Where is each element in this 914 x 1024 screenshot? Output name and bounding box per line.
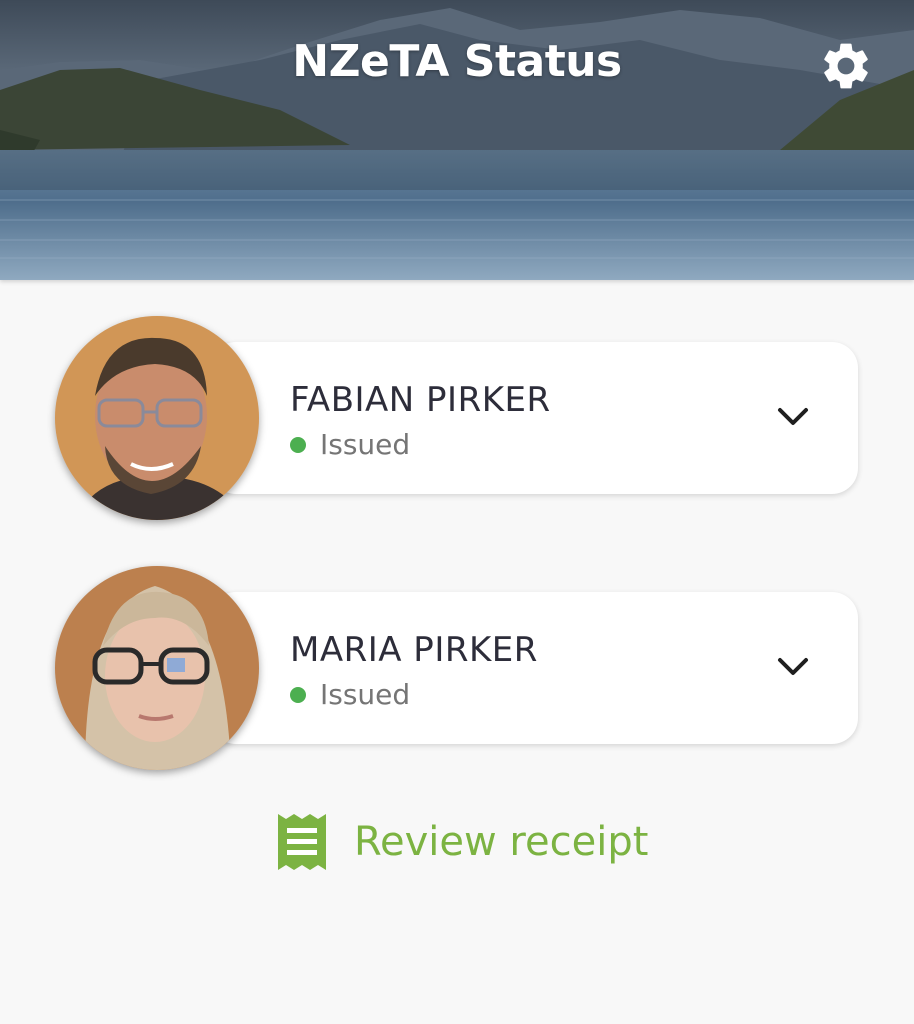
- chevron-down-icon[interactable]: [776, 406, 810, 428]
- status-badge: Issued: [290, 678, 410, 711]
- gear-icon[interactable]: [818, 38, 874, 94]
- receipt-icon: [278, 814, 326, 870]
- avatar-photo-fabian: [55, 316, 259, 520]
- avatar: [55, 316, 259, 520]
- review-receipt-button[interactable]: Review receipt: [278, 812, 648, 872]
- status-badge: Issued: [290, 428, 410, 461]
- traveller-card-fabian[interactable]: FABIAN PIRKER Issued: [210, 342, 858, 494]
- status-dot-icon: [290, 686, 306, 703]
- status-dot-icon: [290, 436, 306, 453]
- chevron-down-icon[interactable]: [776, 656, 810, 678]
- status-label: Issued: [320, 428, 411, 461]
- avatar: [55, 566, 259, 770]
- header-banner: NZeTA Status: [0, 0, 914, 280]
- traveller-card-maria[interactable]: MARIA PIRKER Issued: [210, 592, 858, 744]
- status-label: Issued: [320, 678, 411, 711]
- traveller-name: FABIAN PIRKER: [290, 380, 551, 420]
- traveller-name: MARIA PIRKER: [290, 630, 538, 670]
- avatar-photo-maria: [55, 566, 259, 770]
- review-receipt-label[interactable]: Review receipt: [354, 819, 648, 865]
- page-title: NZeTA Status: [292, 36, 622, 87]
